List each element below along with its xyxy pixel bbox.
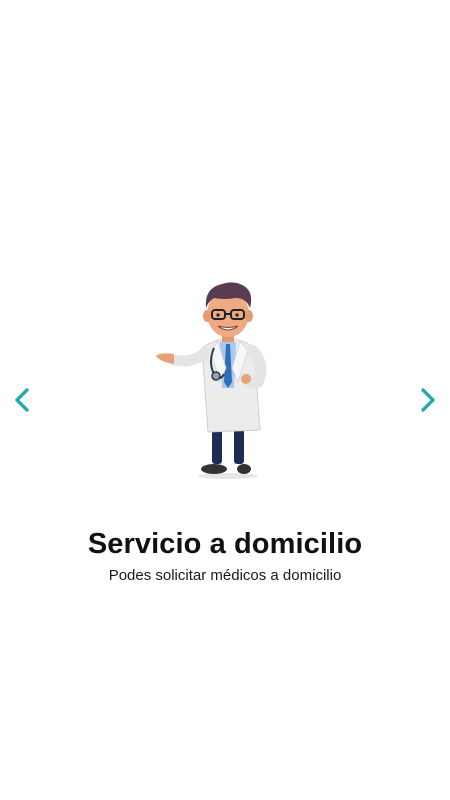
chevron-right-icon <box>417 387 439 413</box>
previous-slide-button[interactable] <box>6 384 38 416</box>
next-slide-button[interactable] <box>412 384 444 416</box>
doctor-illustration <box>150 278 274 482</box>
slide-title: Servicio a domicilio <box>87 528 363 560</box>
onboarding-screen: Servicio a domicilio Podes solicitar méd… <box>0 0 450 800</box>
chevron-left-icon <box>11 387 33 413</box>
slide-subtitle: Podes solicitar médicos a domicilio <box>108 567 342 584</box>
